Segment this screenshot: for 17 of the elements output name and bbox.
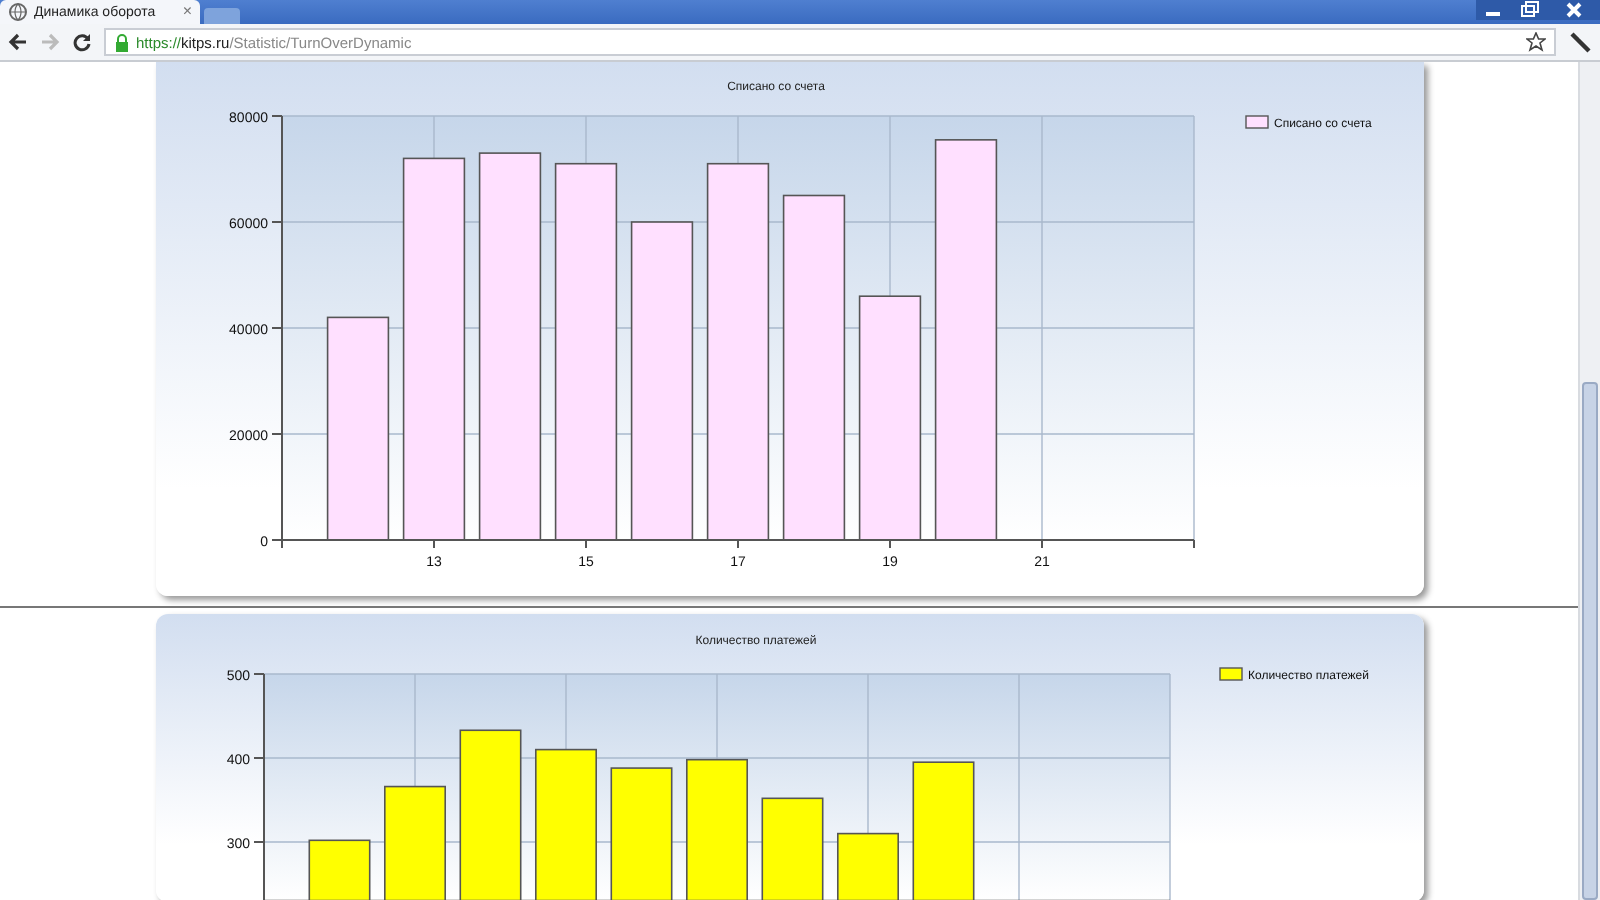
bar bbox=[837, 832, 899, 900]
close-tab-button[interactable]: × bbox=[182, 4, 192, 20]
globe-icon bbox=[8, 2, 28, 22]
scrollbar[interactable] bbox=[1578, 62, 1600, 900]
padlock-icon bbox=[114, 33, 130, 51]
legend-swatch bbox=[1219, 667, 1243, 681]
reload-icon[interactable] bbox=[72, 32, 92, 52]
bar bbox=[308, 839, 371, 900]
bar bbox=[610, 767, 673, 900]
bar bbox=[384, 785, 446, 900]
legend-swatch bbox=[1245, 115, 1269, 129]
star-icon[interactable] bbox=[1526, 32, 1546, 52]
back-arrow-icon[interactable] bbox=[8, 32, 28, 52]
scrollbar-thumb[interactable] bbox=[1582, 382, 1598, 900]
bar bbox=[761, 797, 824, 900]
bar bbox=[912, 761, 975, 900]
bar bbox=[686, 758, 748, 900]
